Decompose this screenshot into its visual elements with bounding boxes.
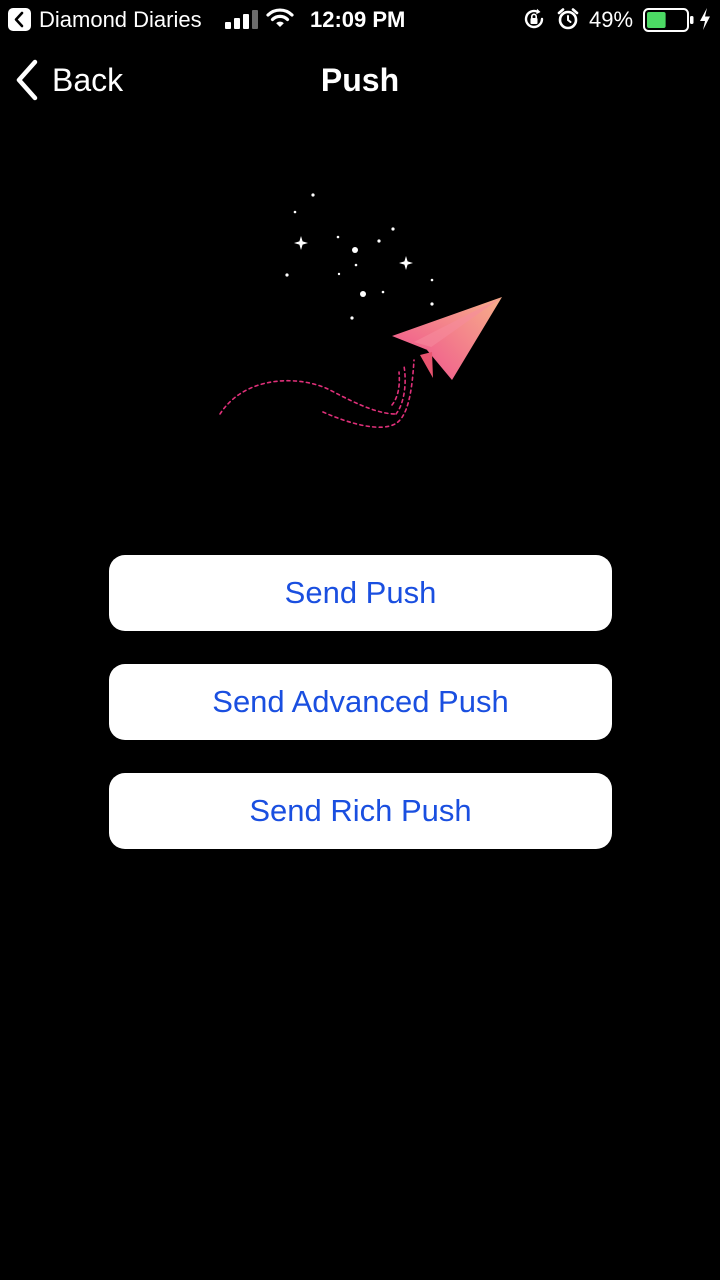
send-advanced-push-button[interactable]: Send Advanced Push xyxy=(109,664,612,740)
cellular-signal-icon xyxy=(225,10,258,29)
send-rich-push-button[interactable]: Send Rich Push xyxy=(109,773,612,849)
back-button-label: Back xyxy=(52,62,124,98)
status-app-name[interactable]: Diamond Diaries xyxy=(39,6,202,34)
paper-plane-icon xyxy=(392,297,502,380)
battery-icon xyxy=(643,8,694,32)
dashed-trail xyxy=(219,359,415,428)
status-bar: Diamond Diaries 12:09 PM 49% xyxy=(0,0,720,40)
paper-plane-illustration xyxy=(219,193,502,428)
charging-bolt-icon xyxy=(700,8,710,30)
send-push-button[interactable]: Send Push xyxy=(109,555,612,631)
battery-percentage: 49% xyxy=(589,7,634,32)
wifi-icon xyxy=(266,8,294,27)
status-time: 12:09 PM xyxy=(310,7,406,32)
chevron-left-icon xyxy=(16,59,38,101)
orientation-lock-icon xyxy=(524,8,544,29)
back-to-app-icon[interactable] xyxy=(8,8,31,31)
back-button[interactable]: Back xyxy=(14,56,123,104)
alarm-icon xyxy=(557,8,579,30)
stars-decoration xyxy=(285,193,434,320)
